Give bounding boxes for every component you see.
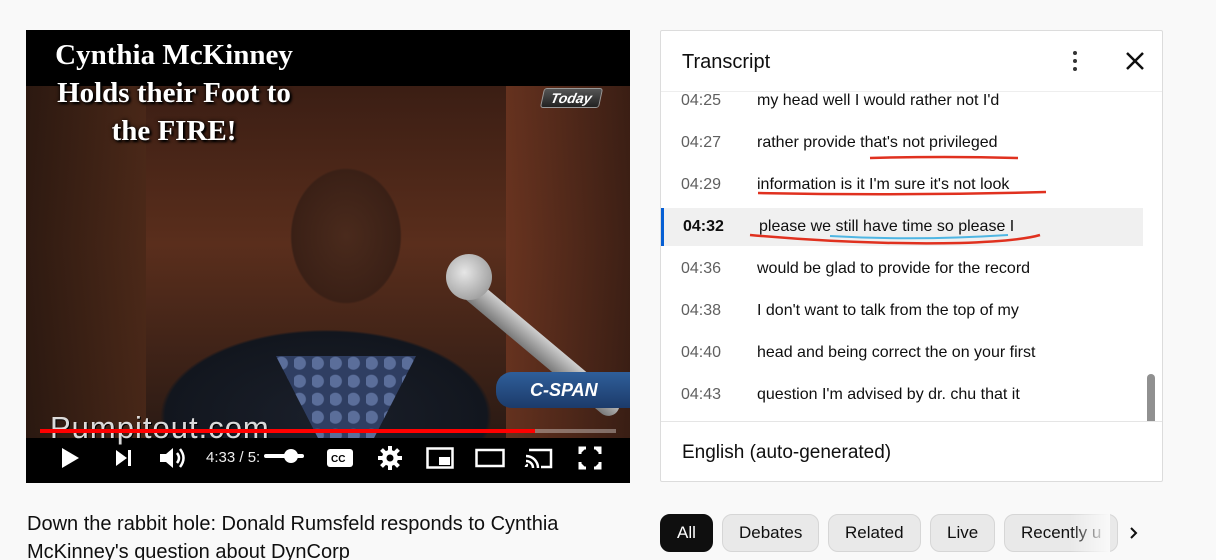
segment-timestamp: 04:38 [681, 302, 722, 319]
fullscreen-button[interactable] [574, 443, 606, 473]
transcript-segment[interactable]: 04:25 my head well I would rather not I'… [661, 92, 1143, 120]
segment-timestamp: 04:25 [681, 92, 722, 109]
theater-icon [475, 448, 505, 468]
cast-icon [524, 448, 553, 469]
settings-button[interactable] [374, 443, 406, 473]
transcript-segment[interactable]: 04:29 information is it I'm sure it's no… [661, 166, 1143, 204]
segment-text: head and being correct the on your first [757, 344, 1036, 361]
video-player[interactable]: Cynthia McKinney Holds their Foot to the… [26, 30, 630, 483]
segment-text: my head well I would rather not I'd [757, 92, 1000, 109]
close-icon [1126, 52, 1144, 70]
next-button[interactable] [110, 443, 138, 473]
chip-live[interactable]: Live [930, 514, 996, 552]
segment-text: would be glad to provide for the record [757, 260, 1031, 277]
segment-text: I don't want to talk from the top of my [757, 302, 1019, 319]
today-badge: Today [539, 88, 603, 108]
video-title[interactable]: Down the rabbit hole: Donald Rumsfeld re… [27, 510, 627, 560]
transcript-segment[interactable]: 04:38 I don't want to talk from the top … [661, 292, 1143, 330]
segment-text: information is it I'm sure it's not look [757, 176, 1010, 193]
chip-all[interactable]: All [660, 514, 713, 552]
transcript-title: Transcript [682, 51, 771, 73]
play-button[interactable] [56, 443, 84, 473]
segment-timestamp: 04:40 [681, 344, 722, 361]
cspan-logo: C-SPAN [496, 372, 630, 408]
segment-text: please we still have time so please I [759, 218, 1015, 235]
captions-icon: CC [327, 449, 353, 467]
transcript-segment-active[interactable]: 04:32 please we still have time so pleas… [661, 208, 1143, 246]
settings-icon [378, 446, 402, 470]
progress-played [40, 429, 536, 433]
segment-timestamp: 04:36 [681, 260, 722, 277]
segment-text: question I'm advised by dr. chu that it [757, 386, 1020, 403]
chip-debates[interactable]: Debates [722, 514, 820, 552]
transcript-segment-list[interactable]: 04:25 my head well I would rather not I'… [661, 91, 1162, 421]
svg-text:CC: CC [331, 454, 345, 465]
segment-timestamp: 04:29 [681, 176, 722, 193]
progress-bar[interactable] [40, 429, 616, 433]
segment-text: rather provide that's not privileged [757, 134, 998, 151]
volume-button[interactable] [156, 443, 190, 473]
miniplayer-button[interactable] [424, 443, 456, 473]
transcript-segment[interactable]: 04:27 rather provide that's not privileg… [661, 124, 1143, 162]
cast-button[interactable] [522, 443, 556, 473]
captions-button[interactable]: CC [324, 443, 356, 473]
transcript-header: Transcript [661, 31, 1162, 91]
transcript-scrollbar[interactable] [1147, 374, 1155, 421]
video-overlay-title: Cynthia McKinney Holds their Foot to the… [55, 39, 293, 147]
segment-timestamp: 04:27 [681, 134, 722, 151]
transcript-segment[interactable]: 04:40 head and being correct the on your… [661, 334, 1143, 372]
miniplayer-icon [426, 447, 454, 469]
chip-related[interactable]: Related [828, 514, 921, 552]
transcript-panel: Transcript 04:25 my head well I would ra… [660, 30, 1163, 482]
more-options-button[interactable] [1061, 47, 1089, 75]
segment-timestamp: 04:43 [681, 386, 722, 403]
next-icon [116, 450, 131, 466]
theater-button[interactable] [474, 443, 506, 473]
chevron-right-icon [1130, 527, 1138, 539]
play-icon [62, 448, 79, 468]
language-selector[interactable]: English (auto-generated) [661, 421, 1162, 481]
language-label: English (auto-generated) [682, 442, 892, 463]
page: Cynthia McKinney Holds their Foot to the… [0, 0, 1216, 560]
volume-icon [160, 448, 185, 468]
chips-next-button[interactable] [1120, 520, 1146, 546]
time-display: 4:33 / 5: [206, 449, 261, 466]
volume-slider-knob[interactable] [284, 449, 298, 463]
more-vert-icon [1073, 51, 1077, 71]
transcript-segment[interactable]: 04:36 would be glad to provide for the r… [661, 250, 1143, 288]
player-controls: 4:33 / 5: CC [26, 435, 630, 483]
close-button[interactable] [1121, 47, 1149, 75]
transcript-segment[interactable]: 04:43 question I'm advised by dr. chu th… [661, 376, 1143, 414]
segment-timestamp: 04:32 [683, 218, 724, 235]
fullscreen-icon [578, 446, 602, 470]
